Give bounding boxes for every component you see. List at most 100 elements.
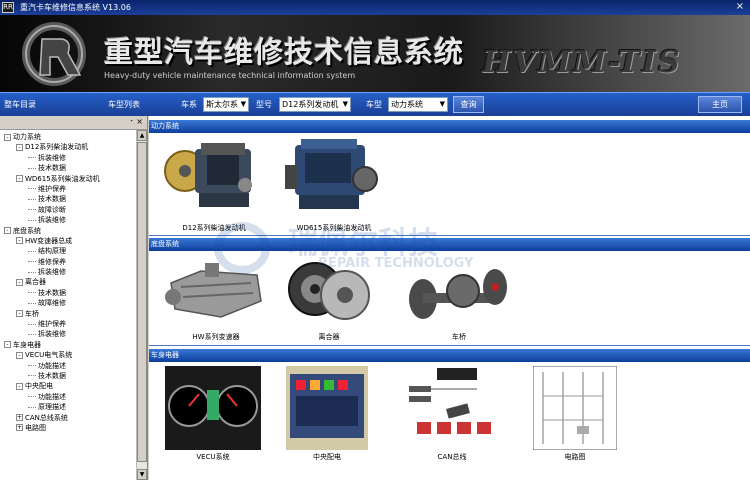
type-select-value: 动力系统 <box>391 100 423 109</box>
tree-item[interactable]: 维修保养 <box>0 257 136 267</box>
item-caption: 离合器 <box>318 333 340 341</box>
tree-item[interactable]: + CAN总线系统 <box>0 413 136 423</box>
type-select[interactable]: 动力系统 ▼ <box>388 97 448 112</box>
series-select-value: 斯太尔系 <box>206 100 238 109</box>
tree-item[interactable]: 原理描述 <box>0 402 136 412</box>
tree-item[interactable]: 维护保养 <box>0 319 136 329</box>
item-caption: VECU系统 <box>196 453 230 461</box>
tree-item-label: 技术数据 <box>38 371 66 380</box>
collapse-icon[interactable]: - <box>16 175 23 183</box>
tree-connector <box>28 333 36 335</box>
collapse-icon[interactable]: - <box>4 227 11 235</box>
app-banner: 重型汽车维修技术信息系统 Heavy-duty vehicle maintena… <box>0 15 750 92</box>
pin-icon[interactable]: ᐩ <box>130 118 133 126</box>
content-area: 动力系统 D12系列柴油发动机 WD615系列柴油发动机 底盘系统 HW系列变速… <box>149 116 750 480</box>
collapse-icon[interactable]: - <box>16 143 23 151</box>
vehicle-list-label[interactable]: 车型列表 <box>108 99 140 110</box>
tree-item[interactable]: - 底盘系统 <box>0 226 136 236</box>
tree-item-label: 动力系统 <box>13 133 41 141</box>
tree-item[interactable]: 拆装维修 <box>0 267 136 277</box>
collapse-icon[interactable]: - <box>16 382 23 390</box>
tree-item[interactable]: 技术数据 <box>0 163 136 173</box>
item-caption: D12系列柴油发动机 <box>182 224 246 232</box>
tree-item[interactable]: - 车桥 <box>0 309 136 319</box>
scroll-down-icon[interactable]: ▼ <box>137 469 147 480</box>
tree-item[interactable]: - 离合器 <box>0 277 136 287</box>
collapse-icon[interactable]: - <box>4 133 11 141</box>
tree-item-label: 功能描述 <box>38 392 66 401</box>
window-title: 重汽卡车维修信息系统 V13.06 <box>20 3 131 12</box>
tree-item[interactable]: 功能描述 <box>0 392 136 402</box>
window-close-button[interactable]: × <box>736 1 744 12</box>
tree-connector <box>28 292 36 294</box>
model-select-value: D12系列发动机 <box>282 100 339 109</box>
item-central-distribution[interactable]: 中央配电 <box>286 366 368 462</box>
item-axle[interactable]: 车桥 <box>399 253 519 343</box>
tree-item[interactable]: - 中央配电 <box>0 381 136 391</box>
section-electrical: VECU系统 中央配电 CAN总线 电路图 <box>149 362 750 466</box>
tree-item-label: 维护保养 <box>38 320 66 329</box>
tree-item[interactable]: 维护保养 <box>0 184 136 194</box>
section-header-chassis: 底盘系统 <box>149 238 750 251</box>
item-d12-engine[interactable]: D12系列柴油发动机 <box>159 135 269 233</box>
scroll-thumb[interactable] <box>137 142 147 462</box>
scroll-up-icon[interactable]: ▲ <box>137 130 147 141</box>
banner-brand: HVMM-TIS <box>482 45 682 80</box>
tree-item-label: 拆装维修 <box>38 268 66 277</box>
tree-item[interactable]: - 车身电器 <box>0 340 136 350</box>
category-tree-panel: ᐩ × - 动力系统 - D12系列柴油发动机 拆装维修 技术数据 - WD615系列柴油发动… <box>0 116 148 480</box>
tree-item[interactable]: 技术数据 <box>0 194 136 204</box>
collapse-icon[interactable]: - <box>16 278 23 286</box>
tree-item-label: VECU电气系统 <box>25 351 73 360</box>
tree-item[interactable]: 故障诊断 <box>0 205 136 215</box>
tree-item[interactable]: - HW变速器总成 <box>0 236 136 246</box>
banner-title: 重型汽车维修技术信息系统 <box>104 35 465 69</box>
collapse-icon[interactable]: - <box>16 237 23 245</box>
tree-item[interactable]: 拆装维修 <box>0 215 136 225</box>
tree-item[interactable]: 功能描述 <box>0 361 136 371</box>
tree-item-label: 故障维修 <box>38 299 66 308</box>
collapse-icon[interactable]: - <box>16 310 23 318</box>
query-button[interactable]: 查询 <box>453 96 484 113</box>
tree-item-label: D12系列柴油发动机 <box>25 143 89 152</box>
tree-item[interactable]: - VECU电气系统 <box>0 350 136 360</box>
item-hw-gearbox[interactable]: HW系列变速器 <box>161 253 271 343</box>
tree-panel-header: ᐩ × <box>0 116 147 130</box>
item-wd615-engine[interactable]: WD615系列柴油发动机 <box>279 135 389 233</box>
tree-item-label: 故障诊断 <box>38 205 66 214</box>
series-select[interactable]: 斯太尔系 ▼ <box>203 97 249 112</box>
tree-item-label: 技术数据 <box>38 164 66 173</box>
tree-item[interactable]: 结构原理 <box>0 246 136 256</box>
item-circuit-diagram[interactable]: 电路图 <box>533 366 617 462</box>
tree-scrollbar[interactable]: ▲ ▼ <box>136 130 147 480</box>
collapse-icon[interactable]: - <box>4 341 11 349</box>
tree-item[interactable]: - WD615系列柴油发动机 <box>0 174 136 184</box>
app-icon: RR <box>2 2 14 13</box>
directory-label[interactable]: 整车目录 <box>4 99 36 110</box>
expand-icon[interactable]: + <box>16 424 23 432</box>
tree-connector <box>28 188 36 190</box>
tree-item-label: 技术数据 <box>38 288 66 297</box>
tree-connector <box>28 271 36 273</box>
collapse-icon[interactable]: - <box>16 351 23 359</box>
expand-icon[interactable]: + <box>16 414 23 422</box>
tree-item[interactable]: - 动力系统 <box>0 132 136 142</box>
tree-item[interactable]: 拆装维修 <box>0 329 136 339</box>
tree-item-label: 技术数据 <box>38 195 66 204</box>
tree-item-label: 车桥 <box>25 309 39 318</box>
tree-item[interactable]: 技术数据 <box>0 288 136 298</box>
item-clutch[interactable]: 离合器 <box>279 253 379 343</box>
query-toolbar: 整车目录 车型列表 车系 斯太尔系 ▼ 型号 D12系列发动机 ▼ 车型 动力系… <box>0 92 750 116</box>
item-vecu[interactable]: VECU系统 <box>165 366 261 462</box>
tree-item[interactable]: - D12系列柴油发动机 <box>0 142 136 152</box>
model-select[interactable]: D12系列发动机 ▼ <box>279 97 351 112</box>
tree-item[interactable]: + 电路图 <box>0 423 136 433</box>
axle-icon <box>409 269 507 319</box>
item-can-bus[interactable]: CAN总线 <box>407 366 497 462</box>
item-caption: WD615系列柴油发动机 <box>296 224 372 232</box>
panel-close-icon[interactable]: × <box>136 117 143 126</box>
tree-item[interactable]: 技术数据 <box>0 371 136 381</box>
tree-item[interactable]: 故障维修 <box>0 298 136 308</box>
home-button[interactable]: 主页 <box>698 96 742 113</box>
tree-item[interactable]: 拆装维修 <box>0 153 136 163</box>
